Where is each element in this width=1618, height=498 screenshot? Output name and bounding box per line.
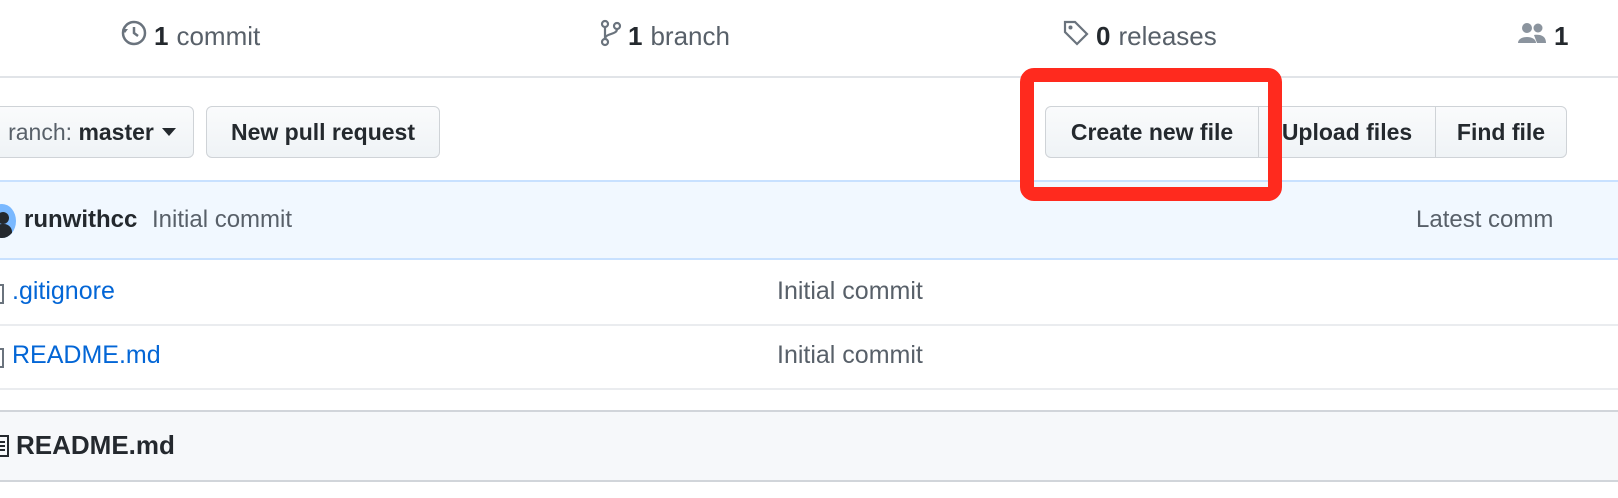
git-branch-icon	[600, 19, 622, 54]
repo-summary-bar: 1 commit 1 branch 0 releases 1	[0, 0, 1618, 78]
file-name-link[interactable]: .gitignore	[12, 277, 115, 306]
new-pull-request-button[interactable]: New pull request	[206, 106, 440, 158]
branch-count: 1	[628, 20, 643, 51]
tag-icon	[1062, 19, 1090, 54]
commit-author-link[interactable]: runwithcc	[24, 206, 137, 234]
commit-count: 1	[154, 20, 169, 51]
branch-label: branch	[650, 20, 730, 51]
file-icon	[0, 348, 4, 368]
upload-files-button[interactable]: Upload files	[1258, 106, 1436, 158]
release-count: 0	[1096, 20, 1111, 51]
avatar[interactable]	[0, 204, 16, 238]
contributor-count: 1	[1554, 20, 1569, 51]
branch-select-button[interactable]: ranch: master	[0, 106, 194, 158]
latest-commit-label: Latest comm	[1416, 206, 1554, 233]
file-name-link[interactable]: README.md	[12, 341, 161, 370]
commits-link[interactable]: 1 commit	[120, 18, 260, 54]
find-file-button[interactable]: Find file	[1435, 106, 1567, 158]
book-icon	[0, 434, 10, 463]
caret-down-icon	[161, 128, 176, 136]
file-commit-message-link[interactable]: Initial commit	[777, 277, 923, 306]
people-icon	[1516, 19, 1548, 54]
release-label: releases	[1118, 20, 1217, 51]
readme-title: README.md	[16, 430, 175, 460]
commit-message-link[interactable]: Initial commit	[152, 206, 292, 234]
commit-label: commit	[176, 20, 261, 51]
file-commit-message-link[interactable]: Initial commit	[777, 341, 923, 370]
highlight-box	[1020, 68, 1282, 201]
file-icon	[0, 284, 4, 304]
branches-link[interactable]: 1 branch	[600, 18, 730, 54]
table-row: README.md Initial commit	[0, 326, 1618, 390]
table-row: .gitignore Initial commit	[0, 262, 1618, 326]
latest-commit-bar: runwithcc Initial commit Latest comm	[0, 180, 1618, 260]
history-icon	[120, 19, 148, 54]
readme-header: README.md	[0, 410, 1618, 482]
releases-link[interactable]: 0 releases	[1062, 18, 1217, 54]
contributors-link[interactable]: 1	[1516, 18, 1576, 54]
branch-name: master	[78, 118, 154, 145]
branch-prefix: ranch:	[8, 118, 73, 145]
